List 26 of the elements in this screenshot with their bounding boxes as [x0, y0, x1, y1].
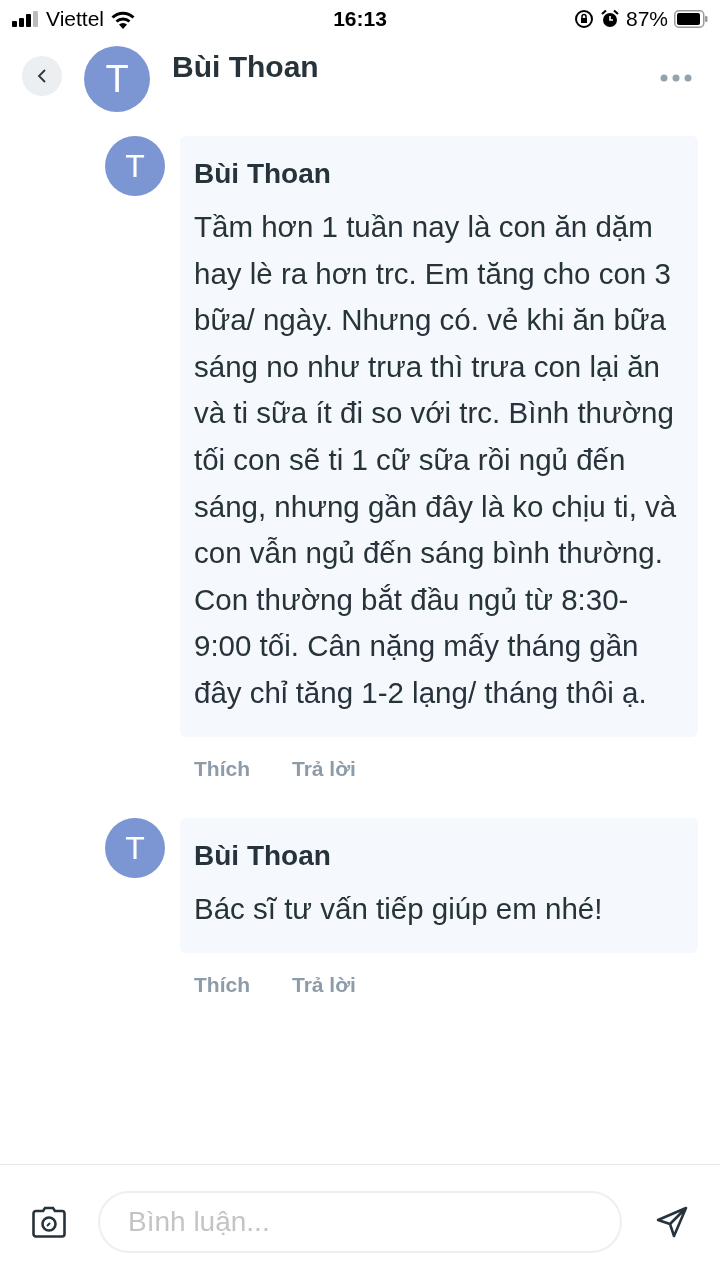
back-icon [37, 68, 47, 84]
reply-button[interactable]: Trả lời [292, 752, 356, 785]
wifi-icon [110, 9, 136, 29]
avatar: T [105, 818, 165, 879]
comment-text: Tầm hơn 1 tuần nay là con ăn dặm hay lè ra hơn trc. Em tăng cho con 3 bữa/ ngày. Nhưng có. vẻ khi ăn bữa sáng no như trưa thì trưa con lại ăn và ti sữa ít đi so với trc. Bình thường tối con sẽ ti 1 cữ sữa rồi ngủ đến sáng, nhưng gần đây là ko chịu ti, và con vẫn ngủ đến sáng bình thường. Con thường bắt đầu ngủ từ 8:30-9:00 tối. Cân nặng mấy tháng gần đây chỉ tăng 1-2 lạng/ tháng thôi ạ. [194, 209, 678, 711]
clock-time: 16:13 [333, 6, 387, 33]
like-button[interactable]: Thích [194, 752, 250, 785]
like-button[interactable]: Thích [194, 968, 250, 1001]
rotation-lock-icon [573, 9, 594, 29]
reply-button[interactable]: Trả lời [292, 968, 356, 1001]
comment-input-field[interactable]: Bình luận... [98, 1190, 622, 1253]
avatar: T [105, 136, 165, 196]
avatar: T [84, 46, 150, 112]
comment-text: Bác sĩ tư vấn tiếp giúp em nhé! [194, 891, 604, 928]
camera-icon[interactable] [32, 1205, 66, 1238]
signal-icon [12, 11, 40, 27]
carrier-name: Viettel [46, 6, 104, 33]
user-name: Bùi Thoan [172, 49, 320, 85]
send-icon[interactable] [656, 1205, 688, 1238]
more-icon [660, 74, 692, 82]
battery-percentage: 87% [625, 6, 668, 33]
author-name: Bùi Thoan [194, 839, 332, 874]
back-button[interactable] [22, 56, 62, 96]
author-name: Bùi Thoan [194, 157, 332, 191]
battery-icon [674, 10, 708, 28]
alarm-icon [599, 9, 620, 29]
